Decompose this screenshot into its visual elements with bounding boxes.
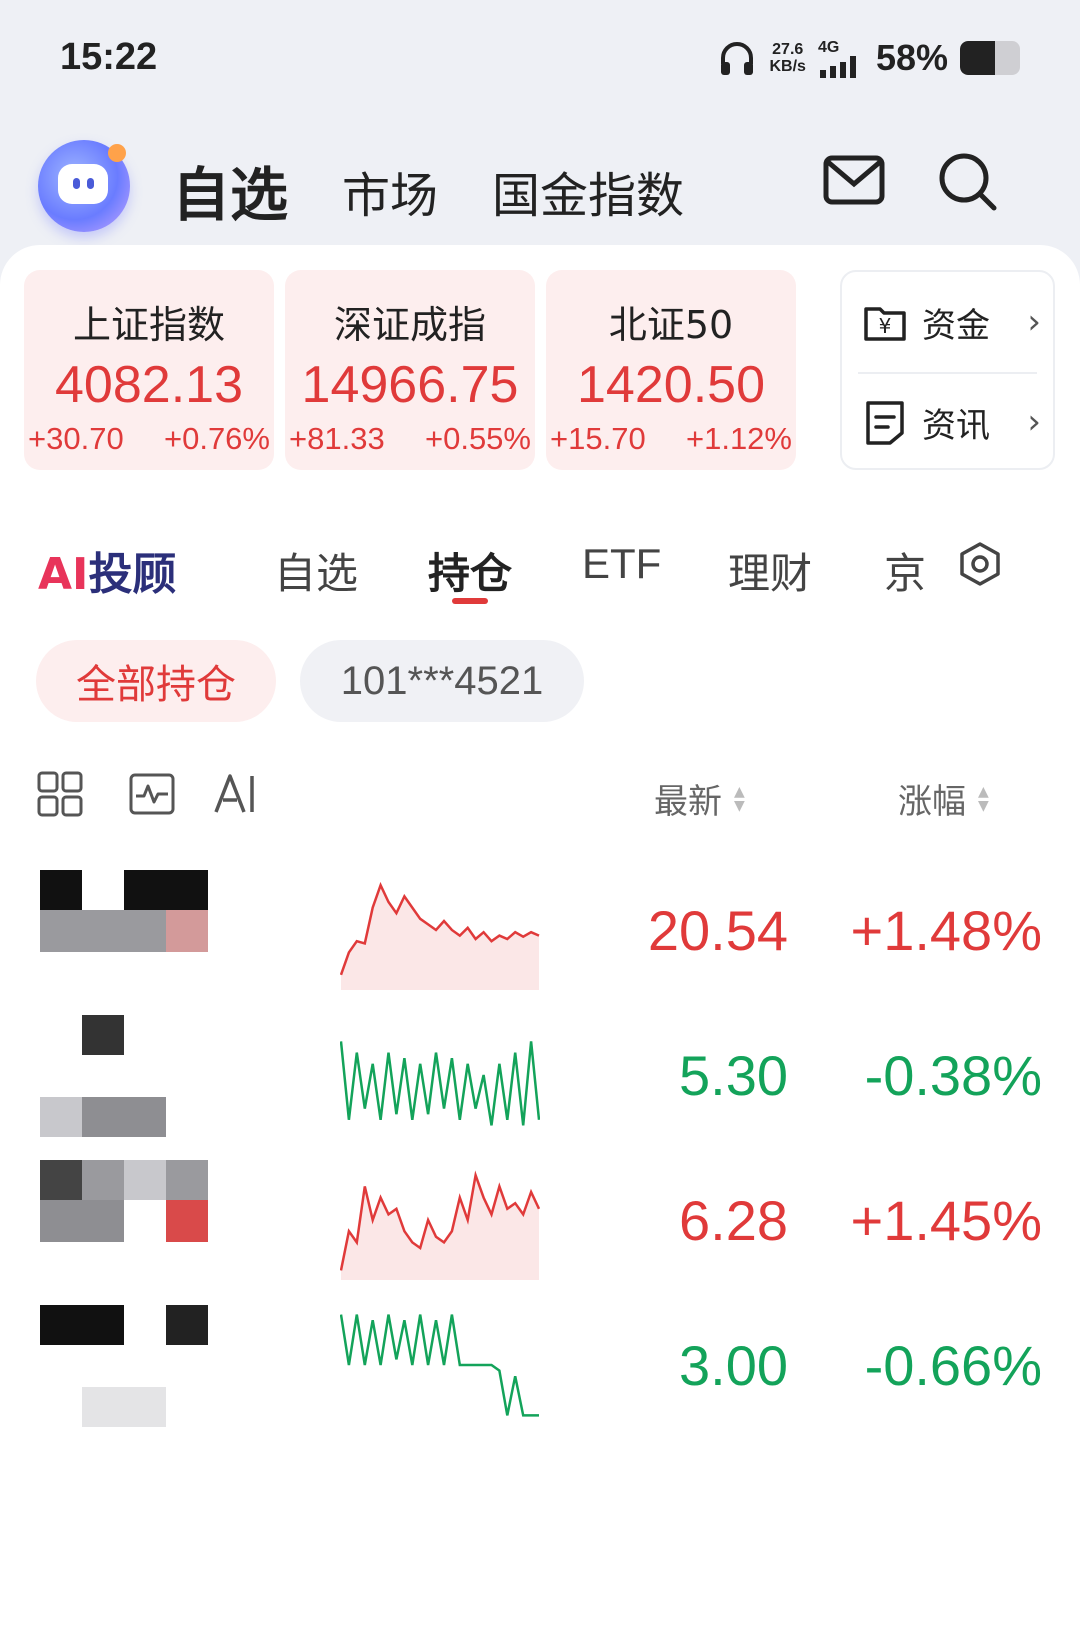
- chevron-right-icon: ›: [1027, 402, 1041, 442]
- funds-label: 资金: [922, 305, 990, 346]
- stock-price: 5.30: [679, 1044, 788, 1107]
- news-link[interactable]: 资讯 ›: [842, 372, 1057, 472]
- col-change-label: 涨幅: [898, 782, 966, 822]
- active-tab-indicator: [452, 598, 488, 604]
- sparkline: [340, 1314, 539, 1417]
- battery-percent: 58%: [875, 37, 948, 78]
- main-card: 上证指数 4082.13 +30.70 +0.76% 深证成指 14966.75…: [0, 245, 1080, 1633]
- account-pill[interactable]: 101***4521: [300, 640, 584, 722]
- net-speed-value: 27.6: [772, 41, 804, 58]
- index-card-beizheng50[interactable]: 北证50 1420.50 +15.70 +1.12%: [546, 270, 796, 470]
- col-change-header[interactable]: 涨幅 ▲ ▼: [898, 774, 989, 823]
- stock-price: 6.28: [679, 1189, 788, 1252]
- signal-icon: [819, 55, 856, 78]
- sort-icon: ▲ ▼: [978, 783, 989, 814]
- news-label: 资讯: [922, 405, 990, 446]
- signal-group: 4G: [818, 39, 864, 78]
- holding-row[interactable]: 3.00 -0.66%: [0, 1295, 1080, 1435]
- index-card-shanghai[interactable]: 上证指数 4082.13 +30.70 +0.76%: [24, 270, 274, 470]
- status-bar: 15:22 27.6 KB/s 4G 58%: [0, 0, 1080, 120]
- battery-fill: [960, 41, 995, 75]
- net-speed: 27.6 KB/s: [769, 41, 805, 75]
- sparkline-line: [340, 1314, 539, 1417]
- stock-name-redacted: [40, 1160, 216, 1282]
- index-change-row: +81.33 +0.55%: [285, 421, 535, 457]
- headphones-icon: [721, 42, 754, 75]
- sort-icon: ▲ ▼: [734, 783, 745, 814]
- logo-eye-right: [87, 178, 94, 189]
- grid-view-icon[interactable]: [36, 770, 84, 818]
- subtab-jing[interactable]: 京: [884, 540, 926, 601]
- index-change: +81.33: [289, 421, 385, 456]
- ai-advisor-tab[interactable]: AI投顾: [38, 538, 176, 602]
- holding-row[interactable]: 20.54 +1.48%: [0, 860, 1080, 1000]
- funds-link[interactable]: ¥ 资金 ›: [842, 272, 1057, 372]
- index-card-shenzhen[interactable]: 深证成指 14966.75 +81.33 +0.55%: [285, 270, 535, 470]
- top-nav: 自选 市场 国金指数: [0, 130, 1080, 240]
- sparkline: [340, 1170, 540, 1280]
- subtab-etf[interactable]: ETF: [582, 540, 661, 588]
- tab-market[interactable]: 市场: [342, 156, 438, 226]
- sparkline-area: [341, 1175, 539, 1280]
- subtab-watchlist[interactable]: 自选: [274, 540, 358, 601]
- holding-row[interactable]: 5.30 -0.38%: [0, 1005, 1080, 1145]
- sparkline-line: [340, 1041, 540, 1126]
- stock-price: 20.54: [647, 899, 788, 962]
- stock-change-pct: +1.48%: [850, 899, 1043, 962]
- app-logo[interactable]: [38, 140, 130, 232]
- mail-icon[interactable]: [822, 148, 888, 214]
- battery-icon: [960, 41, 1020, 75]
- chevron-right-icon: ›: [1027, 302, 1041, 342]
- side-links-card: ¥ 资金 › 资讯 ›: [840, 270, 1055, 470]
- status-icons: 27.6 KB/s 4G 58%: [717, 36, 1020, 80]
- col-latest-label: 最新: [654, 782, 722, 822]
- ai-icon[interactable]: [212, 770, 260, 818]
- index-change-row: +30.70 +0.76%: [24, 421, 274, 457]
- index-name: 上证指数: [72, 303, 225, 347]
- index-value: 4082.13: [55, 356, 243, 414]
- index-name: 深证成指: [333, 303, 486, 347]
- subtab-holdings[interactable]: 持仓: [428, 540, 512, 601]
- logo-eye-left: [73, 178, 80, 189]
- stock-name-redacted: [40, 1015, 216, 1137]
- stock-name-redacted: [40, 870, 216, 992]
- list-toolbar: 最新 ▲ ▼ 涨幅 ▲ ▼: [0, 750, 1080, 840]
- index-value: 14966.75: [301, 356, 519, 414]
- index-change-pct: +0.55%: [424, 421, 531, 456]
- index-change-row: +15.70 +1.12%: [546, 421, 796, 457]
- col-latest-header[interactable]: 最新 ▲ ▼: [654, 774, 745, 823]
- logo-dot: [108, 144, 126, 162]
- settings-hexagon-icon[interactable]: [956, 540, 1004, 588]
- ai-logo-text: 投顾: [88, 549, 177, 600]
- sub-tabs: AI投顾 自选 持仓 ETF 理财 京: [0, 530, 1080, 610]
- sparkline: [340, 881, 540, 990]
- stock-change-pct: +1.45%: [850, 1189, 1043, 1252]
- all-positions-pill[interactable]: 全部持仓: [36, 640, 276, 722]
- holding-row[interactable]: 6.28 +1.45%: [0, 1150, 1080, 1290]
- search-icon[interactable]: [934, 148, 1000, 214]
- index-name: 北证50: [608, 303, 734, 347]
- network-type: 4G: [817, 38, 840, 56]
- svg-text:¥: ¥: [879, 314, 892, 338]
- subtab-wealth[interactable]: 理财: [728, 540, 812, 601]
- stock-price: 3.00: [679, 1334, 788, 1397]
- index-change-pct: +1.12%: [685, 421, 792, 456]
- net-speed-unit: KB/s: [769, 58, 806, 75]
- index-change: +15.70: [550, 421, 646, 456]
- index-value: 1420.50: [577, 356, 765, 414]
- stock-change-pct: -0.38%: [864, 1044, 1042, 1107]
- stock-change-pct: -0.66%: [864, 1334, 1042, 1397]
- index-change-pct: +0.76%: [163, 421, 270, 456]
- ai-logo-ai: AI: [38, 549, 89, 600]
- status-time: 15:22: [60, 36, 158, 78]
- yuan-folder-icon: ¥: [864, 307, 906, 341]
- chart-view-icon[interactable]: [128, 770, 176, 818]
- sparkline: [340, 1041, 540, 1126]
- tab-watchlist[interactable]: 自选: [172, 148, 288, 232]
- index-change: +30.70: [28, 421, 124, 456]
- news-doc-icon: [866, 401, 904, 445]
- logo-face: [58, 164, 108, 204]
- stock-name-redacted: [40, 1305, 216, 1427]
- tab-guojin-index[interactable]: 国金指数: [492, 156, 684, 226]
